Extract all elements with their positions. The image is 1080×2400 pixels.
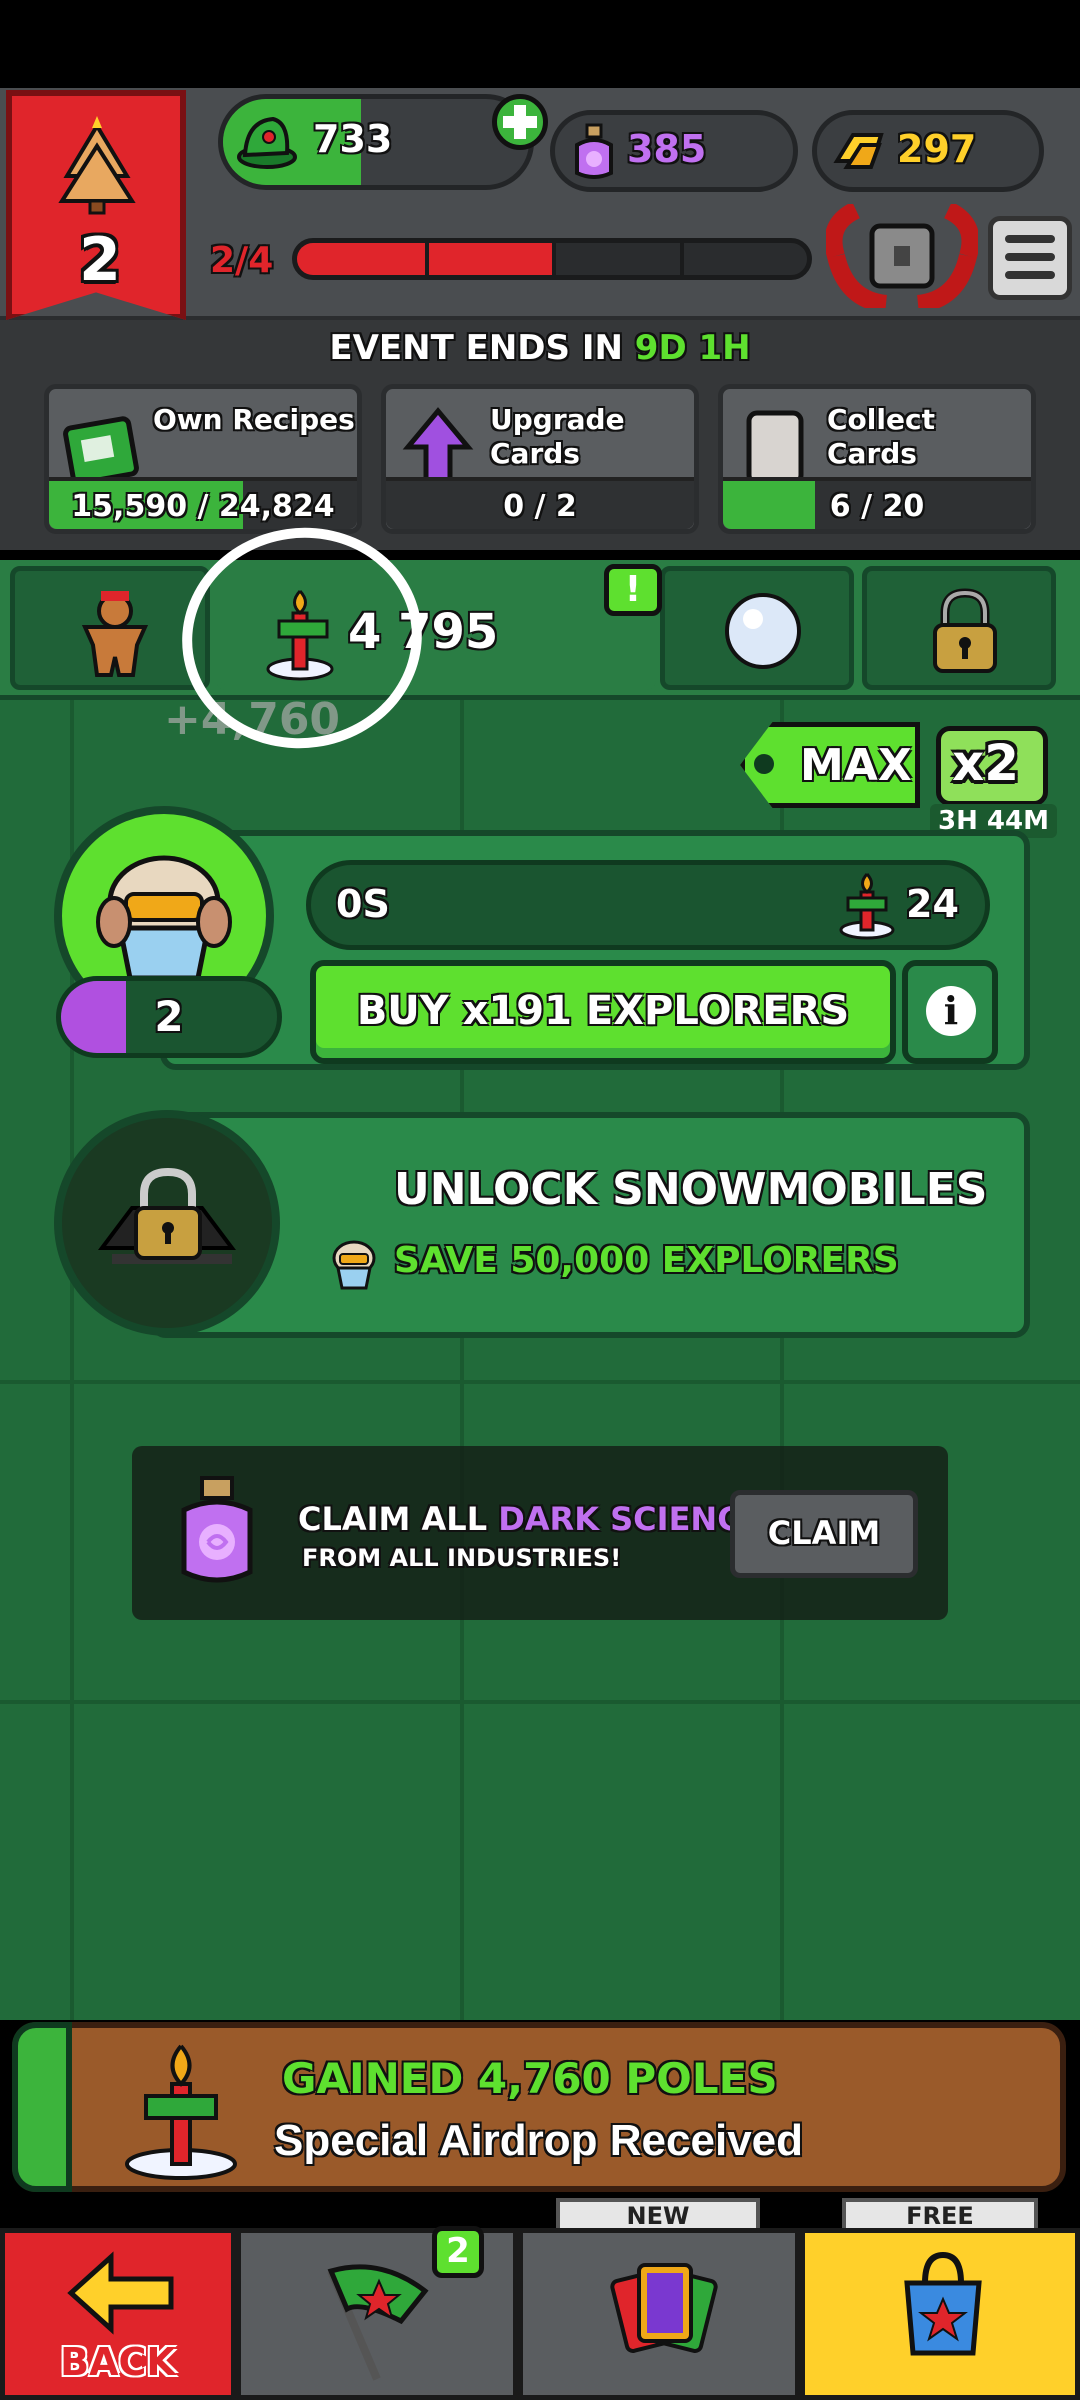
- upgrade-arrow-icon: [402, 407, 474, 486]
- task-collect-cards[interactable]: Collect Cards 6 / 20: [718, 384, 1036, 534]
- explorer-icon: [332, 1240, 376, 1290]
- gold-bar-icon: [833, 133, 884, 169]
- production-timer: 0S: [336, 882, 390, 926]
- back-label: BACK: [60, 2340, 176, 2384]
- recipe-book-icon: [63, 416, 139, 486]
- tab-snowball[interactable]: [660, 566, 854, 690]
- snowball-icon: [725, 593, 801, 669]
- pole-icon: [125, 2044, 237, 2180]
- cards-icon: [610, 2263, 718, 2353]
- card-icon: [746, 410, 804, 486]
- notification-title: GAINED 4,760 POLES: [282, 2054, 778, 2103]
- nav-cards-button[interactable]: [518, 2228, 800, 2400]
- shopping-bag-icon: [904, 2251, 982, 2356]
- event-level-number: 2: [79, 225, 121, 295]
- nav-shop-button[interactable]: [800, 2228, 1080, 2400]
- claim-dark-science-title: CLAIM ALL DARK SCIENCE: [298, 1500, 763, 1538]
- claim-label: CLAIM: [767, 1514, 881, 1552]
- buy-explorers-label: BUY x191 EXPLORERS: [356, 988, 850, 1034]
- task-progress-text: 0 / 2: [503, 489, 577, 524]
- arrow-left-icon: [67, 2251, 174, 2335]
- notification-subtitle: Special Airdrop Received: [274, 2116, 804, 2165]
- elf-hat-icon: [237, 116, 297, 169]
- event-timer: EVENT ENDS IN 9D 1H: [329, 328, 751, 368]
- gingerbread-icon: [81, 591, 149, 677]
- potion-icon: [575, 123, 613, 179]
- dot-icon: [754, 754, 774, 774]
- missions-badge: 2: [432, 2226, 484, 2278]
- dark-science-value: 385: [627, 127, 707, 171]
- snowmobile-avatar: [54, 1110, 280, 1336]
- unlock-subtitle: SAVE 50,000 EXPLORERS: [394, 1240, 899, 1281]
- x2-label: x2: [952, 734, 1020, 792]
- task-progress-bar: 15,590 / 24,824: [49, 477, 357, 529]
- tab-locked[interactable]: [862, 566, 1056, 690]
- event-progress-bar: [292, 238, 812, 280]
- menu-button[interactable]: [988, 216, 1072, 300]
- tab-alert-badge: !: [604, 564, 662, 616]
- unlock-snowmobiles-card[interactable]: [150, 1112, 1030, 1338]
- explorer-level: 2: [154, 992, 184, 1041]
- task-progress-text: 6 / 20: [829, 489, 925, 524]
- dark-science-counter: 385: [550, 110, 798, 192]
- lock-icon: [933, 588, 997, 673]
- industry-tabs: [0, 560, 1080, 700]
- tab-gingerbread[interactable]: [10, 566, 210, 690]
- task-progress-bar: 6 / 20: [723, 477, 1031, 529]
- locked-snowmobile-icon: [98, 1167, 236, 1264]
- info-button[interactable]: i: [902, 960, 998, 1064]
- notification-strip: [12, 2022, 72, 2192]
- task-label: Own Recipes: [153, 403, 355, 436]
- elves-value: 733: [313, 117, 393, 161]
- gold-value: 297: [897, 127, 977, 171]
- plus-icon: [503, 105, 537, 139]
- unlock-title: UNLOCK SNOWMOBILES: [394, 1164, 988, 1215]
- task-upgrade-cards[interactable]: Upgrade Cards 0 / 2: [381, 384, 699, 534]
- christmas-tree-icon: [58, 116, 136, 215]
- add-elves-button[interactable]: [492, 94, 548, 150]
- potion-icon: [181, 1476, 253, 1583]
- task-label: Collect Cards: [827, 403, 935, 470]
- task-own-recipes[interactable]: Own Recipes 15,590 / 24,824: [44, 384, 362, 534]
- task-label: Upgrade Cards: [490, 403, 625, 470]
- flag-icon: [327, 2264, 429, 2381]
- claim-dark-science-subtitle: FROM ALL INDUSTRIES!: [302, 1544, 622, 1572]
- event-progress-text: 2/4: [210, 240, 274, 281]
- task-progress-bar: 0 / 2: [386, 477, 694, 529]
- task-progress-text: 15,590 / 24,824: [71, 489, 335, 524]
- pole-icon: [839, 872, 895, 940]
- explorer-icon: [96, 855, 232, 981]
- reward-chest-icon[interactable]: [826, 204, 978, 308]
- poles-per-cycle: 24: [906, 882, 959, 926]
- max-label: MAX: [800, 740, 912, 791]
- elves-counter: 733: [218, 94, 534, 190]
- info-icon: i: [926, 986, 976, 1036]
- gold-counter: 297: [812, 110, 1044, 192]
